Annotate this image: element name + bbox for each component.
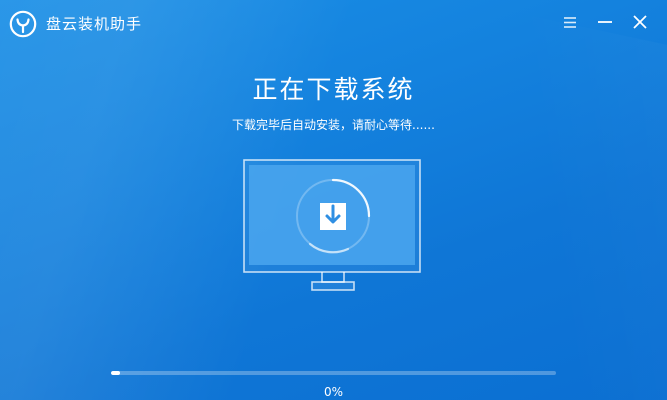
minimize-icon[interactable]: [592, 10, 618, 36]
title-bar[interactable]: 盘云装机助手: [0, 0, 667, 48]
close-icon[interactable]: [627, 10, 653, 36]
progress-percent: 0%: [323, 385, 344, 399]
installer-window: 盘云装机助手 正在下载系统 下载完毕后自动安装，请耐心等待...... 0%: [0, 0, 667, 400]
status-message: 下载完毕后自动安装，请耐心等待......: [232, 118, 435, 132]
app-logo-icon: [9, 10, 37, 38]
progress-fill: [111, 371, 120, 375]
download-progress-bar: [111, 371, 556, 375]
menu-icon[interactable]: [557, 10, 583, 36]
app-title: 盘云装机助手: [46, 15, 143, 33]
monitor-icon: [242, 158, 424, 294]
page-title: 正在下载系统: [252, 75, 415, 104]
download-icon: [320, 203, 346, 230]
